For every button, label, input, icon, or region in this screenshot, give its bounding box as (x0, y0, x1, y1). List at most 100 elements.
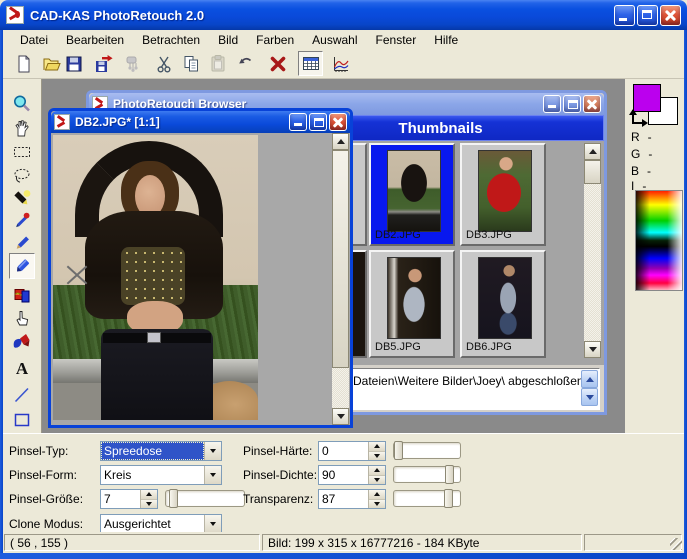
slider-handle[interactable] (394, 441, 403, 460)
tool-lasso[interactable] (9, 164, 35, 187)
tool-crayon-brush[interactable] (9, 253, 35, 279)
histogram-button[interactable] (328, 51, 353, 76)
image-maximize-button[interactable] (309, 113, 327, 131)
menu-betrachten[interactable]: Betrachten (133, 31, 209, 49)
image-window-icon (54, 114, 70, 130)
close-button[interactable] (660, 5, 681, 26)
tool-color-pick-pen[interactable] (9, 209, 35, 232)
image-window-title-bar[interactable]: DB2.JPG* [1:1] (51, 111, 350, 133)
cut-button[interactable] (151, 51, 176, 76)
pinsel-haerte-spinner[interactable]: 0 (318, 441, 386, 461)
browser-close-button[interactable] (583, 95, 601, 113)
browser-toggle-button[interactable] (298, 51, 323, 76)
resize-grip[interactable] (670, 538, 682, 550)
maximize-button[interactable] (637, 5, 658, 26)
spin-up-button[interactable] (369, 466, 385, 476)
spin-up-button[interactable] (369, 490, 385, 500)
image-close-button[interactable] (329, 113, 347, 131)
undo-button[interactable] (233, 51, 258, 76)
browser-minimize-button[interactable] (543, 95, 561, 113)
tool-pencil[interactable] (9, 231, 35, 254)
tool-hand[interactable] (9, 116, 35, 139)
tool-rect-select[interactable] (9, 140, 35, 163)
thumbnail-cell-partial[interactable] (351, 250, 367, 358)
tool-rectangle[interactable] (9, 408, 35, 431)
scroll-up-button[interactable] (332, 133, 349, 150)
menu-datei[interactable]: Datei (11, 31, 57, 49)
pinsel-groesse-spinner[interactable]: 7 (100, 489, 158, 509)
title-bar[interactable]: CAD-KAS PhotoRetouch 2.0 (0, 0, 687, 30)
slider-handle[interactable] (444, 489, 453, 508)
spin-down-button[interactable] (369, 500, 385, 509)
dropdown-button[interactable] (204, 442, 221, 460)
menu-hilfe[interactable]: Hilfe (425, 31, 467, 49)
spin-up-button[interactable] (581, 370, 598, 388)
pinsel-haerte-slider[interactable] (393, 441, 461, 460)
image-minimize-button[interactable] (289, 113, 307, 131)
browser-status-text: Dateien\Weitere Bilder\Joey\ abgeschloße… (353, 374, 587, 388)
tool-text[interactable] (9, 357, 35, 380)
thumbnail-db5[interactable]: DB5.JPG (369, 250, 455, 358)
pinsel-dichte-slider[interactable] (393, 465, 461, 484)
menu-farben[interactable]: Farben (247, 31, 303, 49)
arrow-up-icon (374, 492, 380, 496)
menu-fenster[interactable]: Fenster (367, 31, 426, 49)
tool-clone-stamp[interactable] (9, 331, 35, 354)
clone-modus-combo[interactable]: Ausgerichtet (100, 514, 222, 534)
thumbnail-db3[interactable]: DB3.JPG (460, 143, 546, 246)
pinsel-groesse-slider[interactable] (165, 489, 245, 508)
spin-up-button[interactable] (141, 490, 157, 500)
tool-line[interactable] (9, 383, 35, 406)
dropdown-button[interactable] (204, 466, 221, 484)
tool-zoom[interactable] (9, 92, 35, 115)
spin-down-button[interactable] (581, 388, 598, 406)
image-window-title: DB2.JPG* [1:1] (75, 115, 289, 129)
paste-icon (208, 54, 228, 74)
channel-g-value: - (648, 147, 652, 161)
thumbnail-db6[interactable]: DB6.JPG (460, 250, 546, 358)
photo-canvas[interactable] (53, 135, 258, 420)
slider-handle[interactable] (169, 489, 178, 508)
menu-bearbeiten[interactable]: Bearbeiten (57, 31, 133, 49)
image-scrollbar[interactable] (332, 133, 349, 425)
browser-maximize-button[interactable] (563, 95, 581, 113)
scroll-down-button[interactable] (584, 341, 601, 358)
scrollbar-thumb[interactable] (584, 160, 601, 184)
minimize-button[interactable] (614, 5, 635, 26)
arrow-up-icon (589, 149, 597, 154)
transparenz-spinner[interactable]: 87 (318, 489, 386, 509)
color-spectrum-picker[interactable] (635, 190, 683, 291)
transparenz-slider[interactable] (393, 489, 461, 508)
thumbnail-db2[interactable]: DB2.JPG (369, 143, 455, 246)
tool-marker[interactable] (9, 187, 35, 210)
thumbnail-cell-partial[interactable] (351, 143, 367, 246)
pinsel-haerte-label: Pinsel-Härte: (243, 444, 312, 458)
spin-up-button[interactable] (369, 442, 385, 452)
menu-auswahl[interactable]: Auswahl (303, 31, 366, 49)
scrollbar-thumb[interactable] (332, 150, 349, 368)
spin-down-button[interactable] (369, 476, 385, 485)
pinsel-typ-label: Pinsel-Typ: (9, 444, 68, 458)
save-button[interactable] (61, 51, 86, 76)
swap-colors-icon[interactable] (629, 108, 647, 128)
pinsel-dichte-spinner[interactable]: 90 (318, 465, 386, 485)
app-icon (6, 6, 24, 24)
spin-down-button[interactable] (141, 500, 157, 509)
tool-pointer-hand[interactable] (9, 307, 35, 330)
copy-button[interactable] (179, 51, 204, 76)
pinsel-form-combo[interactable]: Kreis (100, 465, 222, 485)
pinsel-typ-combo[interactable]: Spreedose (100, 441, 222, 461)
new-document-button[interactable] (11, 51, 36, 76)
scroll-down-button[interactable] (332, 408, 349, 425)
scroll-up-button[interactable] (584, 143, 601, 160)
export-button[interactable] (91, 51, 116, 76)
menu-bild[interactable]: Bild (209, 31, 247, 49)
dropdown-button[interactable] (204, 515, 221, 533)
text-tool-icon (16, 359, 28, 379)
slider-handle[interactable] (445, 465, 454, 484)
thumbnails-scrollbar[interactable] (584, 143, 601, 358)
spin-down-button[interactable] (369, 452, 385, 461)
tool-fill-colors[interactable] (9, 284, 35, 307)
delete-button[interactable] (265, 51, 290, 76)
slider-track[interactable] (393, 442, 461, 459)
